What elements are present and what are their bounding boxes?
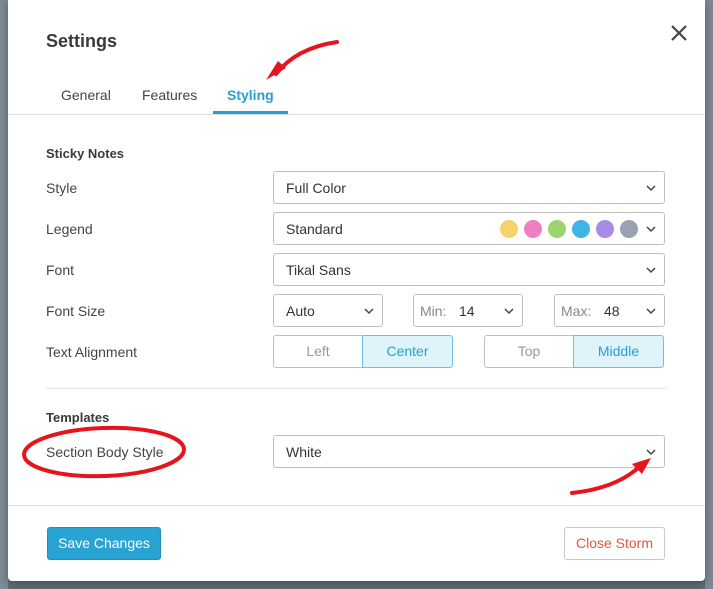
tab-features[interactable]: Features [142, 87, 197, 103]
legend-color-purple [596, 220, 614, 238]
chevron-down-icon [646, 267, 656, 274]
legend-color-yellow [500, 220, 518, 238]
font-label: Font [46, 262, 75, 278]
sticky-notes-heading: Sticky Notes [46, 146, 125, 161]
font-size-select[interactable]: Auto [273, 294, 383, 327]
text-alignment-label: Text Alignment [46, 344, 138, 360]
chevron-down-icon [646, 308, 656, 315]
font-size-max-select[interactable]: Max: 48 [554, 294, 665, 327]
style-select[interactable]: Full Color [273, 171, 665, 204]
legend-color-blue [572, 220, 590, 238]
style-value: Full Color [286, 180, 346, 196]
chevron-down-icon [364, 308, 374, 315]
settings-dialog: Settings General Features Styling Sticky… [8, 0, 705, 581]
section-body-style-select[interactable]: White [273, 435, 665, 468]
section-divider [46, 388, 667, 389]
background-panel [705, 0, 713, 589]
tab-general[interactable]: General [61, 87, 111, 103]
legend-label: Legend [46, 221, 93, 237]
font-size-min-select[interactable]: Min: 14 [413, 294, 523, 327]
align-center-button[interactable]: Center [362, 335, 453, 368]
tab-styling[interactable]: Styling [227, 87, 274, 103]
max-label: Max: [561, 303, 592, 319]
font-size-label: Font Size [46, 303, 106, 319]
font-size-value: Auto [286, 303, 315, 319]
chevron-down-icon [646, 226, 656, 233]
font-select[interactable]: Tikal Sans [273, 253, 665, 286]
templates-heading: Templates [46, 410, 110, 425]
footer-divider [8, 505, 705, 506]
chevron-down-icon [646, 185, 656, 192]
legend-color-green [548, 220, 566, 238]
legend-color-pink [524, 220, 542, 238]
save-changes-button[interactable]: Save Changes [47, 527, 161, 560]
chevron-down-icon [646, 449, 656, 456]
tabs-divider [8, 114, 705, 115]
background-panel [0, 0, 8, 589]
legend-color-swatches [500, 220, 638, 238]
align-top-button[interactable]: Top [484, 335, 574, 368]
min-label: Min: [420, 303, 447, 319]
chevron-down-icon [504, 308, 514, 315]
legend-color-gray [620, 220, 638, 238]
legend-value: Standard [286, 221, 343, 237]
section-body-style-value: White [286, 444, 322, 460]
close-icon[interactable] [668, 22, 690, 44]
close-storm-button[interactable]: Close Storm [564, 527, 665, 560]
min-value: 14 [459, 303, 475, 319]
style-label: Style [46, 180, 78, 196]
tab-bar: General Features Styling [46, 87, 705, 116]
font-value: Tikal Sans [286, 262, 351, 278]
align-middle-button[interactable]: Middle [573, 335, 664, 368]
legend-select[interactable]: Standard [273, 212, 665, 245]
section-body-style-label: Section Body Style [46, 444, 164, 460]
max-value: 48 [604, 303, 620, 319]
dialog-title: Settings [46, 31, 118, 51]
align-left-button[interactable]: Left [273, 335, 363, 368]
